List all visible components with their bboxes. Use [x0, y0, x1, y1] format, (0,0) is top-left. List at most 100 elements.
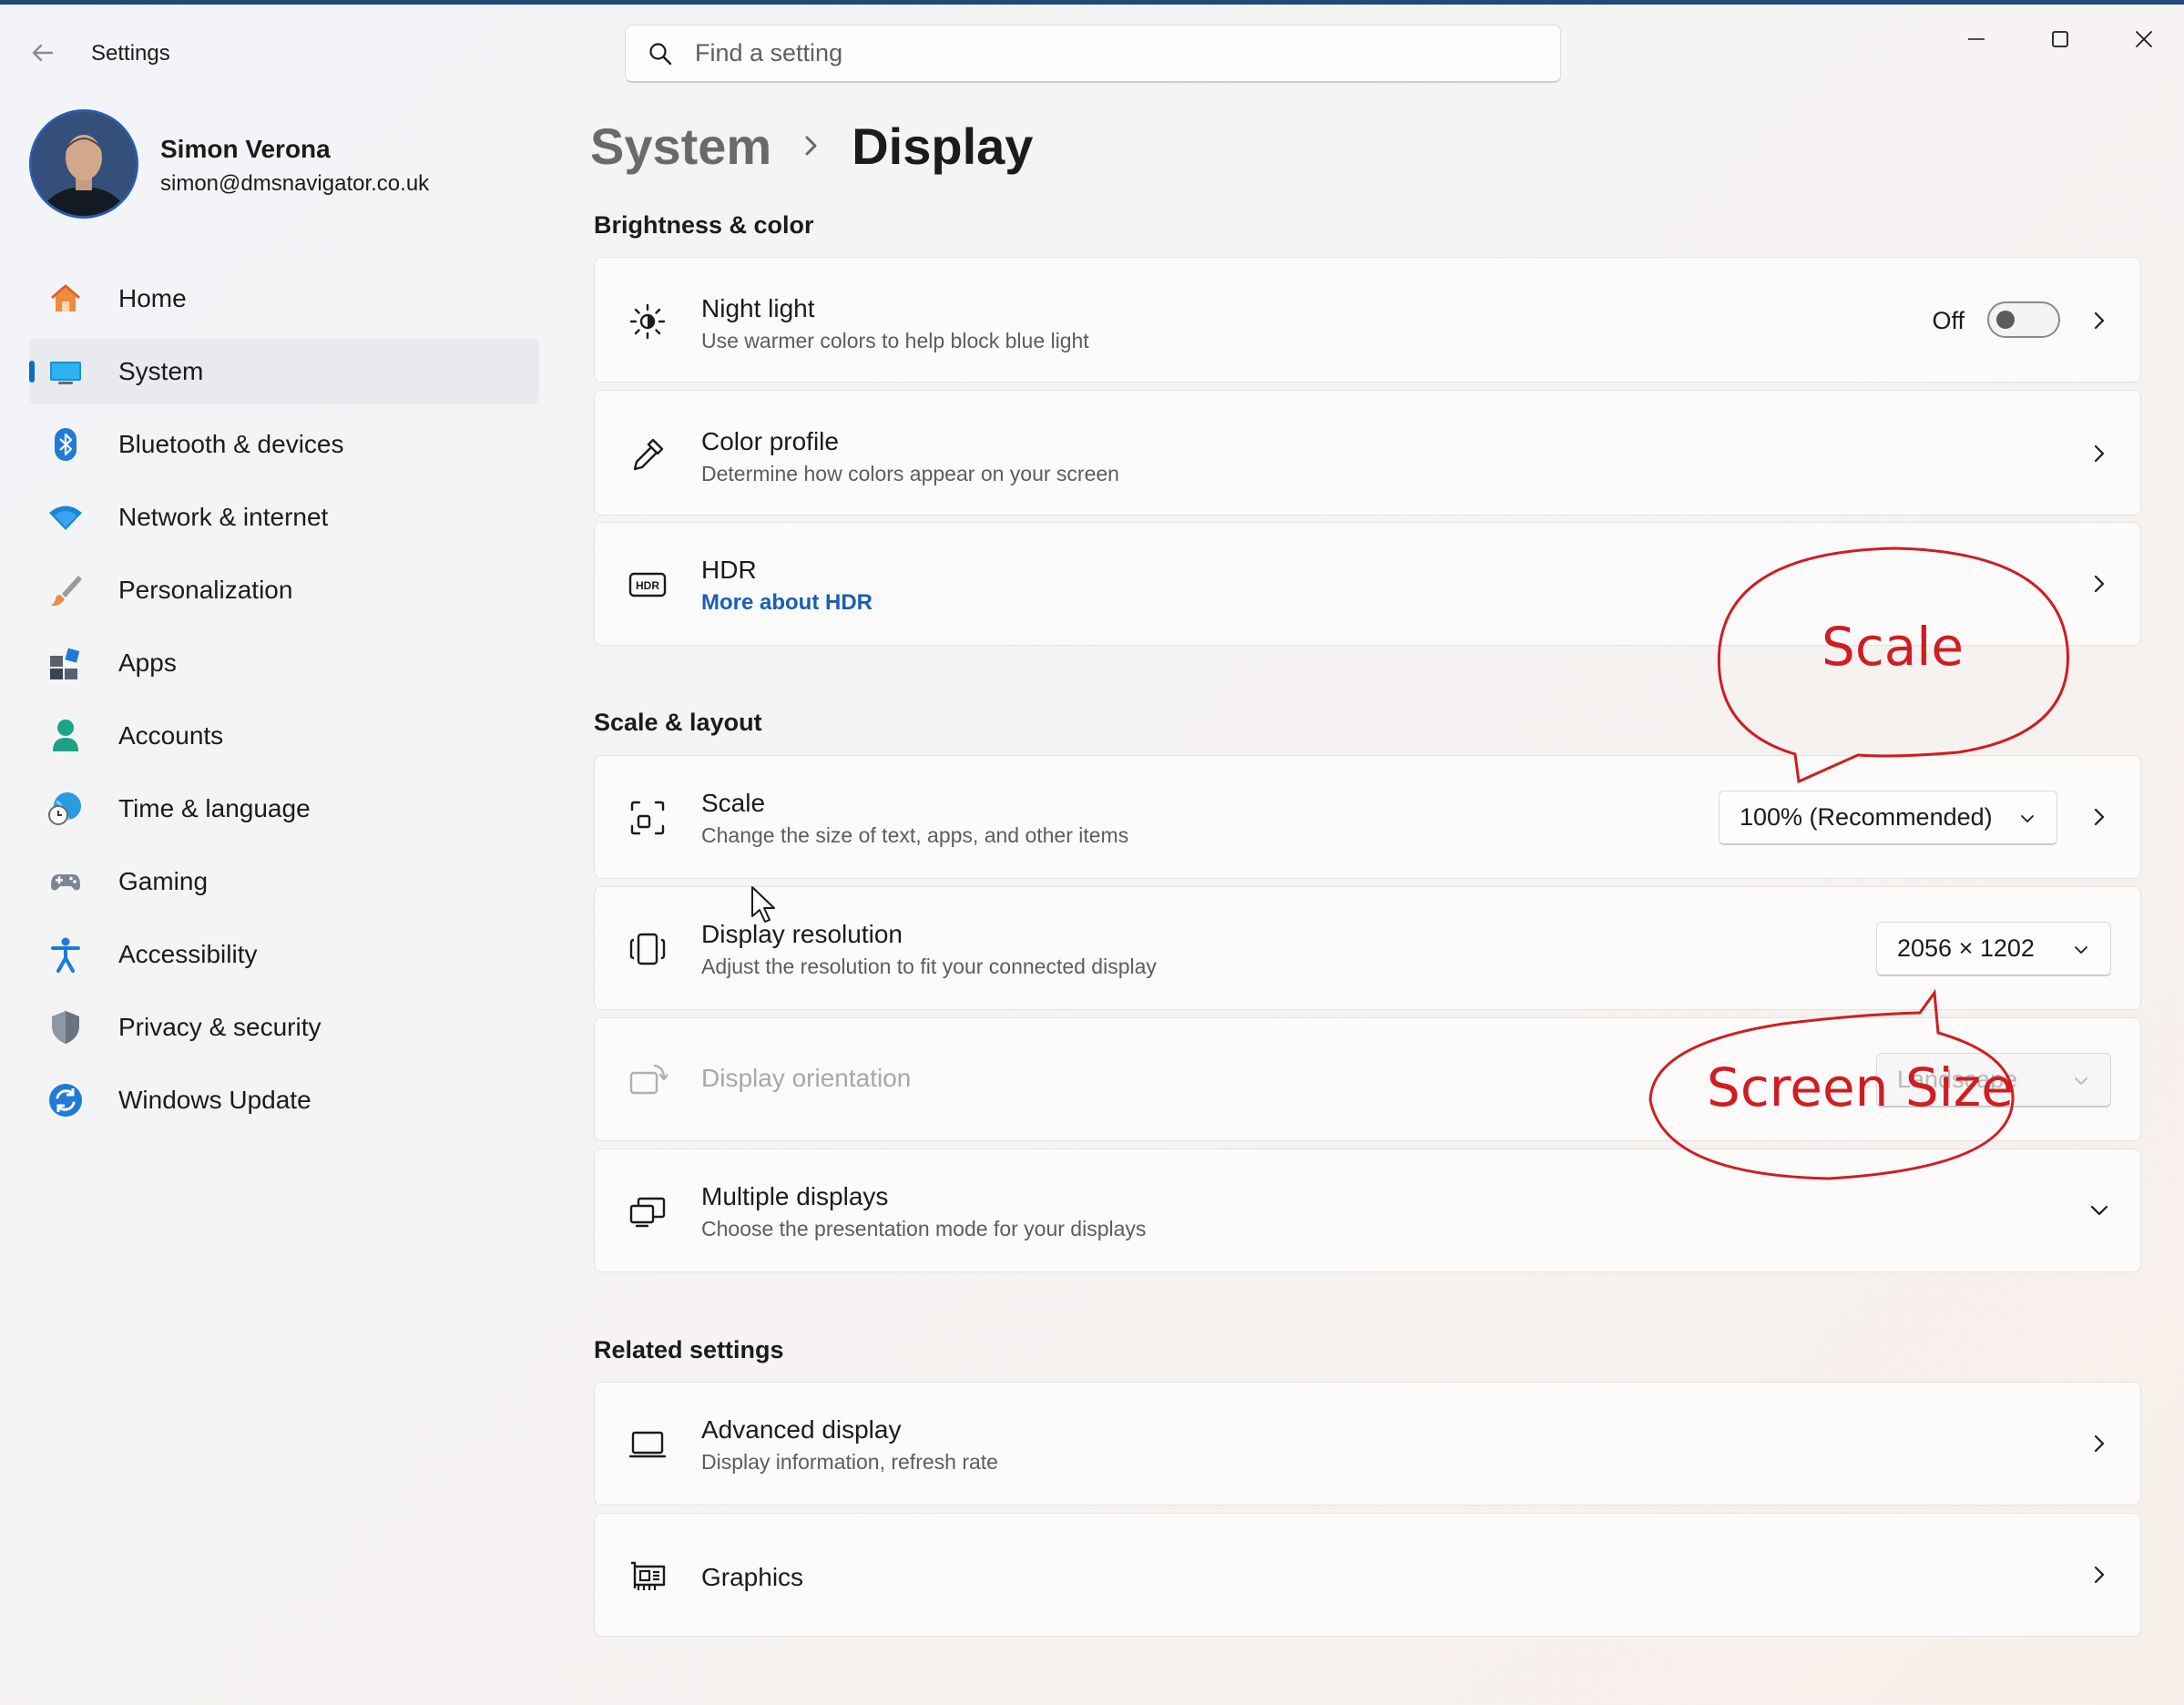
- night-light-toggle[interactable]: [1987, 301, 2060, 338]
- search-input[interactable]: [695, 39, 1515, 67]
- sidebar-item-home[interactable]: Home: [29, 266, 539, 332]
- close-button[interactable]: [2102, 12, 2184, 66]
- search-icon: [649, 42, 672, 65]
- minimize-button[interactable]: [1934, 12, 2018, 66]
- setting-title: Display orientation: [701, 1064, 912, 1092]
- sidebar-item-label: Windows Update: [118, 1086, 311, 1114]
- setting-title: Scale: [701, 789, 766, 817]
- setting-title: Graphics: [701, 1563, 804, 1591]
- chevron-right-icon[interactable]: [2086, 440, 2113, 467]
- sidebar-item-gaming[interactable]: Gaming: [29, 849, 539, 914]
- setting-title: HDR: [701, 556, 757, 584]
- avatar: [29, 109, 138, 219]
- graphics-card-icon: [626, 1554, 669, 1598]
- profile-name: Simon Verona: [160, 135, 331, 163]
- multiple-displays-icon: [626, 1189, 669, 1233]
- section-heading-brightness: Brightness & color: [594, 211, 814, 239]
- night-light-card[interactable]: Night light Use warmer colors to help bl…: [594, 257, 2141, 383]
- scale-icon: [626, 796, 669, 840]
- bluetooth-icon: [46, 424, 86, 465]
- sidebar-item-label: Home: [118, 284, 187, 312]
- chevron-right-icon[interactable]: [2086, 803, 2113, 831]
- eyedropper-icon: [626, 433, 669, 476]
- setting-title: Multiple displays: [701, 1182, 889, 1210]
- sidebar-item-accounts[interactable]: Accounts: [29, 703, 539, 769]
- sidebar-item-label: Privacy & security: [118, 1013, 321, 1041]
- page-title: Display: [852, 117, 1034, 175]
- scale-callout-label: Scale: [1822, 616, 1965, 678]
- chevron-down-icon[interactable]: [2086, 1197, 2113, 1224]
- profile-email: simon@dmsnavigator.co.uk: [160, 171, 430, 196]
- shield-icon: [46, 1007, 86, 1047]
- app-title: Settings: [91, 41, 170, 66]
- setting-title: Color profile: [701, 427, 839, 455]
- search-box[interactable]: [625, 25, 1561, 83]
- graphics-card[interactable]: Graphics: [594, 1513, 2141, 1637]
- gamepad-icon: [46, 862, 86, 902]
- setting-title: Night light: [701, 294, 815, 322]
- home-icon: [46, 279, 86, 319]
- chevron-down-icon: [2021, 815, 2034, 822]
- color-profile-card[interactable]: Color profile Determine how colors appea…: [594, 390, 2141, 516]
- hdr-icon: HDR: [626, 563, 669, 607]
- chevron-right-icon[interactable]: [2086, 307, 2113, 334]
- svg-text:HDR: HDR: [636, 579, 659, 592]
- setting-title: Advanced display: [701, 1415, 902, 1444]
- breadcrumb-chevron-icon: [802, 132, 821, 159]
- setting-description: Choose the presentation mode for your di…: [701, 1217, 1147, 1240]
- sidebar-item-apps[interactable]: Apps: [29, 630, 539, 696]
- back-button[interactable]: [24, 34, 62, 72]
- sidebar-item-label: Gaming: [118, 867, 209, 895]
- user-profile[interactable]: Simon Verona simon@dmsnavigator.co.uk: [29, 109, 539, 220]
- chevron-right-icon[interactable]: [2086, 1561, 2113, 1588]
- section-heading-related: Related settings: [594, 1336, 784, 1363]
- person-icon: [46, 716, 86, 756]
- screen-size-callout-label: Screen Size: [1707, 1057, 2014, 1118]
- sidebar-item-network[interactable]: Network & internet: [29, 485, 539, 550]
- scale-dropdown-value: 100% (Recommended): [1740, 803, 1993, 831]
- accessibility-icon: [46, 934, 86, 975]
- sidebar-item-label: Accessibility: [118, 940, 258, 968]
- sun-icon: [626, 300, 669, 343]
- chevron-right-icon[interactable]: [2086, 570, 2113, 597]
- maximize-button[interactable]: [2018, 12, 2102, 66]
- resolution-dropdown[interactable]: 2056 × 1202: [1876, 922, 2111, 976]
- maximize-icon: [2052, 31, 2068, 47]
- sidebar-item-label: Network & internet: [118, 503, 329, 531]
- update-icon: [46, 1080, 86, 1120]
- chevron-right-icon[interactable]: [2086, 1430, 2113, 1457]
- apps-icon: [46, 643, 86, 683]
- sidebar-item-windows-update[interactable]: Windows Update: [29, 1067, 539, 1133]
- setting-description: Display information, refresh rate: [701, 1450, 998, 1474]
- sidebar-nav: Home System Bluetooth & devices Network …: [29, 266, 539, 1140]
- sidebar-item-time-language[interactable]: Time & language: [29, 776, 539, 842]
- section-heading-scale-layout: Scale & layout: [594, 709, 762, 736]
- breadcrumb: System Display: [590, 109, 1033, 182]
- breadcrumb-parent[interactable]: System: [590, 117, 771, 176]
- chevron-down-icon: [2075, 1077, 2087, 1085]
- advanced-display-card[interactable]: Advanced display Display information, re…: [594, 1382, 2141, 1506]
- sidebar-item-bluetooth[interactable]: Bluetooth & devices: [29, 412, 539, 477]
- setting-description: Determine how colors appear on your scre…: [701, 462, 1119, 485]
- sidebar-item-privacy[interactable]: Privacy & security: [29, 995, 539, 1060]
- sidebar-item-label: System: [118, 357, 204, 385]
- setting-title: Display resolution: [701, 920, 903, 948]
- back-arrow-icon: [32, 44, 54, 62]
- minimize-icon: [1968, 38, 1985, 40]
- monitor-icon: [626, 1423, 669, 1466]
- sidebar-item-accessibility[interactable]: Accessibility: [29, 922, 539, 987]
- wifi-icon: [46, 497, 86, 537]
- setting-description: Use warmer colors to help block blue lig…: [701, 329, 1089, 352]
- orientation-icon: [626, 1058, 669, 1102]
- scale-dropdown[interactable]: 100% (Recommended): [1719, 791, 2057, 845]
- more-about-hdr-link[interactable]: More about HDR: [701, 590, 873, 616]
- sidebar-item-label: Time & language: [118, 794, 311, 822]
- setting-description: Adjust the resolution to fit your connec…: [701, 955, 1157, 978]
- toggle-state-label: Off: [1932, 307, 1965, 334]
- sidebar-item-system[interactable]: System: [29, 339, 539, 404]
- sidebar-item-personalization[interactable]: Personalization: [29, 557, 539, 623]
- sidebar-item-label: Apps: [118, 648, 177, 677]
- mouse-pointer-icon: [751, 886, 775, 923]
- globe-clock-icon: [46, 789, 86, 829]
- sidebar-item-label: Accounts: [118, 721, 224, 750]
